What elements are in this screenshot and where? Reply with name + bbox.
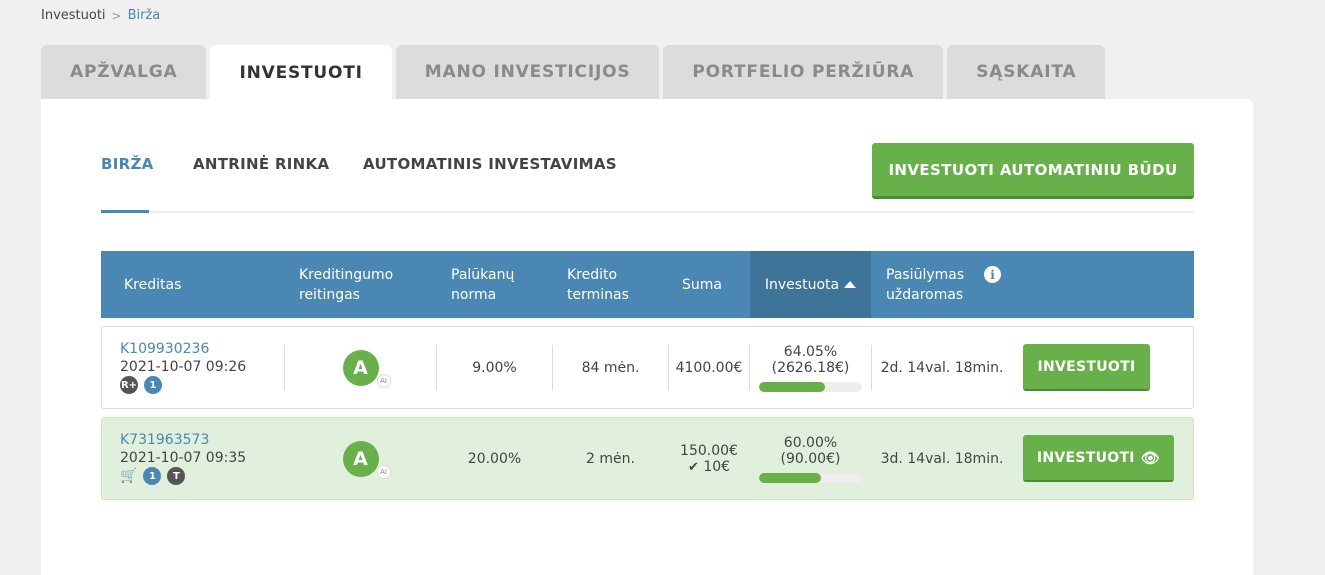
col-offer-line2: uždaromas (886, 286, 964, 303)
table-row: K109930236 2021-10-07 09:26 R+ 1 A AI 9.… (101, 326, 1194, 409)
breadcrumb: Investuoti > Birža (41, 8, 160, 23)
amount-value: 150.00€ (680, 442, 738, 459)
loan-badges: 🛒 1 T (120, 467, 186, 485)
col-kredito-terminas[interactable]: Kredito terminas (567, 251, 629, 318)
rate-cell: 9.00% (472, 359, 517, 376)
rating-sub-badge: AI (376, 464, 391, 479)
tab-mano-investicijos[interactable]: MANO INVESTICIJOS (395, 45, 660, 99)
badge-count[interactable]: 1 (144, 376, 162, 394)
amount-cell: 150.00€ ✔ 10€ (669, 418, 749, 499)
term-cell: 2 mėn. (586, 450, 635, 467)
loan-date: 2021-10-07 09:35 (120, 450, 247, 466)
term-cell: 84 mėn. (581, 359, 640, 376)
invest-progress-fill (759, 472, 821, 483)
col-rate-line2: norma (451, 286, 497, 303)
rating-badge: A AI (342, 349, 391, 388)
tab-apzvalga[interactable]: APŽVALGA (41, 45, 207, 99)
invested-percent: 60.00% (783, 434, 838, 451)
loan-id-link[interactable]: K731963573 (120, 432, 209, 448)
subtab-birza[interactable]: BIRŽA (101, 155, 154, 173)
info-button[interactable]: i (984, 241, 1001, 308)
table-header: Kreditas Kreditingumo reitingas Palūkanų n… (101, 251, 1194, 318)
col-term-line2: terminas (567, 286, 629, 303)
subtab-birza-label: BIRŽA (101, 155, 154, 173)
breadcrumb-home[interactable]: Investuoti (41, 8, 106, 23)
rate-cell: 20.00% (467, 450, 522, 467)
rating-sub-badge: AI (376, 373, 391, 388)
invested-cell: 64.05% (2626.18€) (750, 327, 871, 408)
tab-saskaita[interactable]: SĄSKAITA (947, 45, 1106, 99)
loan-cell: K731963573 2021-10-07 09:35 🛒 1 T (120, 418, 270, 499)
main-tabs: APŽVALGA INVESTUOTI MANO INVESTICIJOS PO… (41, 45, 1106, 100)
col-rate-line1: Palūkanų (451, 266, 515, 283)
checkmark-icon: ✔ (687, 459, 699, 475)
loan-cell: K109930236 2021-10-07 09:26 R+ 1 (120, 327, 270, 408)
subtab-automatinis-investavimas[interactable]: AUTOMATINIS INVESTAVIMAS (363, 155, 617, 173)
rating-letter: A (342, 440, 379, 477)
invest-action-cell: INVESTUOTI 👁 (1023, 418, 1174, 499)
info-icon: i (984, 266, 1001, 283)
col-kreditas[interactable]: Kreditas (124, 251, 181, 318)
cart-icon[interactable]: 🛒 (120, 468, 137, 484)
chevron-right-icon: > (111, 8, 122, 23)
col-investuota-label: Investuota (764, 276, 840, 293)
invest-button[interactable]: INVESTUOTI 👁 (1023, 435, 1174, 482)
col-investuota[interactable]: Investuota (750, 251, 871, 318)
rating-badge: A AI (342, 440, 391, 479)
invested-amount: (90.00€) (780, 450, 841, 467)
my-investment: ✔ 10€ (688, 459, 730, 475)
active-subtab-underline (101, 210, 149, 213)
badge-t[interactable]: T (167, 467, 186, 485)
subtab-antrine-rinka[interactable]: ANTRINĖ RINKA (193, 155, 329, 173)
my-investment-value: 10€ (703, 458, 731, 475)
col-offer-line1: Pasiūlymas (886, 266, 965, 283)
loan-date: 2021-10-07 09:26 (120, 359, 247, 375)
invested-cell: 60.00% (90.00€) (750, 418, 871, 499)
breadcrumb-current[interactable]: Birža (128, 8, 161, 23)
rating-cell: A AI (285, 327, 436, 408)
tab-investuoti[interactable]: INVESTUOTI (210, 45, 392, 100)
invest-progress-fill (759, 381, 825, 392)
sort-up-icon (844, 281, 857, 288)
loan-badges: R+ 1 (120, 376, 162, 394)
invest-button[interactable]: INVESTUOTI (1023, 344, 1150, 391)
closes-cell: 2d. 14val. 18min. (880, 359, 1004, 376)
rating-cell: A AI (285, 418, 436, 499)
invest-progress-bar (759, 472, 862, 483)
content-card: BIRŽA ANTRINĖ RINKA AUTOMATINIS INVESTAV… (41, 99, 1253, 575)
closes-cell: 3d. 14val. 18min. (880, 450, 1004, 467)
amount-cell: 4100.00€ (675, 359, 743, 376)
col-reitingas[interactable]: Kreditingumo reitingas (299, 251, 393, 318)
col-term-line1: Kredito (567, 266, 618, 283)
table-row: K731963573 2021-10-07 09:35 🛒 1 T A AI 2… (101, 417, 1194, 500)
invest-button-label: INVESTUOTI (1036, 449, 1135, 466)
invest-action-cell: INVESTUOTI (1023, 327, 1150, 408)
invested-percent: 64.05% (783, 343, 838, 360)
badge-rplus[interactable]: R+ (120, 376, 138, 394)
loan-id-link[interactable]: K109930236 (120, 341, 209, 357)
sub-tabs: BIRŽA ANTRINĖ RINKA AUTOMATINIS INVESTAV… (101, 143, 1194, 213)
badge-count[interactable]: 1 (143, 467, 162, 485)
invest-button-label: INVESTUOTI (1037, 358, 1136, 375)
invested-amount: (2626.18€) (771, 359, 850, 376)
invest-progress-bar (759, 381, 862, 392)
col-suma[interactable]: Suma (682, 251, 722, 318)
col-palukanu-norma[interactable]: Palūkanų norma (451, 251, 514, 318)
col-reitingas-line1: Kreditingumo (299, 266, 394, 283)
rating-letter: A (342, 349, 379, 386)
col-pasiulymas-uzdaromas[interactable]: Pasiūlymas uždaromas (886, 251, 964, 318)
eye-icon: 👁 (1140, 448, 1161, 467)
tab-portfelio-perziura[interactable]: PORTFELIO PERŽIŪRA (663, 45, 944, 99)
col-reitingas-line2: reitingas (299, 286, 360, 303)
auto-invest-button[interactable]: INVESTUOTI AUTOMATINIU BŪDU (872, 143, 1194, 199)
